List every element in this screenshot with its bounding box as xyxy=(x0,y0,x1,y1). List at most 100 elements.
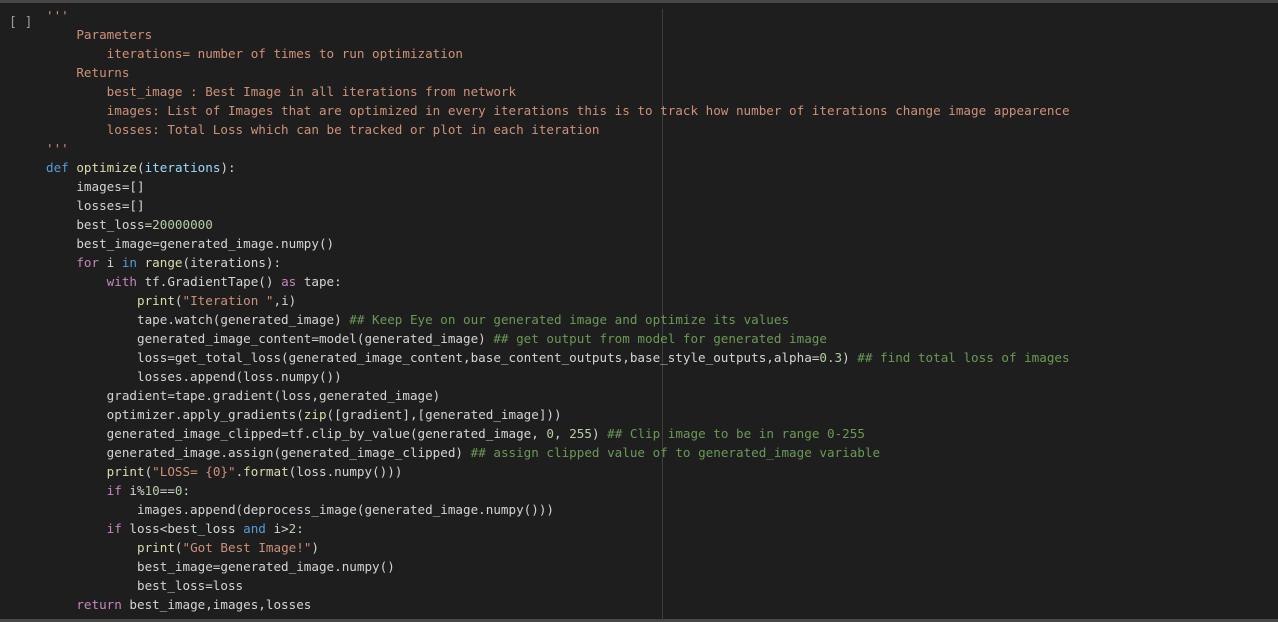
notebook-code-cell[interactable]: [ ] ''' Parameters iterations= number of… xyxy=(0,0,1278,622)
code-token: as xyxy=(281,274,304,289)
code-line[interactable]: best_loss=20000000 xyxy=(46,215,1070,234)
code-token: ,i) xyxy=(273,293,297,308)
code-token: if xyxy=(46,483,130,498)
code-line[interactable]: generated_image_clipped=tf.clip_by_value… xyxy=(46,424,1070,443)
code-token: loss=get_total_loss(generated_image_cont… xyxy=(46,350,820,365)
code-editor[interactable]: ''' Parameters iterations= number of tim… xyxy=(46,6,1070,614)
code-token: def xyxy=(46,160,77,175)
code-token: with xyxy=(46,274,145,289)
code-line[interactable]: generated_image_content=model(generated_… xyxy=(46,329,1070,348)
code-token: iterations xyxy=(144,160,221,175)
code-token: (iterations): xyxy=(182,255,282,270)
code-token: Returns xyxy=(46,65,130,80)
code-token: losses: Total Loss which can be tracked … xyxy=(46,122,600,137)
code-token: ( xyxy=(174,293,183,308)
code-token: "Got Best Image!" xyxy=(182,540,312,555)
code-line[interactable]: iterations= number of times to run optim… xyxy=(46,44,1070,63)
code-token: , xyxy=(554,426,570,441)
code-token: best_loss=loss xyxy=(46,578,244,593)
code-line[interactable]: best_image=generated_image.numpy() xyxy=(46,234,1070,253)
code-line[interactable]: Returns xyxy=(46,63,1070,82)
code-line[interactable]: print("LOSS= {0}".format(loss.numpy())) xyxy=(46,462,1070,481)
code-token: gradient=tape.gradient(loss,generated_im… xyxy=(46,388,441,403)
code-line[interactable]: ''' xyxy=(46,139,1070,158)
code-token: ): xyxy=(220,160,236,175)
code-token: tf.GradientTape() xyxy=(144,274,282,289)
code-token: loss<best_loss xyxy=(129,521,244,536)
code-token: ''' xyxy=(46,141,69,156)
code-token: ## Clip image to be in range 0-255 xyxy=(607,426,865,441)
code-token: iterations= number of times to run optim… xyxy=(46,46,464,61)
code-token: "LOSS= {0}" xyxy=(152,464,236,479)
code-token: generated_image_content=model(generated_… xyxy=(46,331,494,346)
code-token: in xyxy=(121,255,145,270)
code-line[interactable]: best_image : Best Image in all iteration… xyxy=(46,82,1070,101)
code-token: 0 xyxy=(174,483,183,498)
code-token: ''' xyxy=(46,8,69,23)
code-token: if xyxy=(46,521,130,536)
code-token: i% xyxy=(129,483,145,498)
code-token: ) xyxy=(591,426,608,441)
cell-run-indicator[interactable]: [ ] xyxy=(9,15,32,30)
code-line[interactable]: images=[] xyxy=(46,177,1070,196)
code-line[interactable]: print("Iteration ",i) xyxy=(46,291,1070,310)
code-token: ( xyxy=(137,160,145,175)
code-token: 255 xyxy=(569,426,592,441)
code-line[interactable]: optimizer.apply_gradients(zip([gradient]… xyxy=(46,405,1070,424)
code-line[interactable]: for i in range(iterations): xyxy=(46,253,1070,272)
code-token: tape: xyxy=(303,274,342,289)
code-token: i> xyxy=(273,521,289,536)
code-token: best_image,images,losses xyxy=(129,597,312,612)
code-line[interactable]: gradient=tape.gradient(loss,generated_im… xyxy=(46,386,1070,405)
code-line[interactable]: losses.append(loss.numpy()) xyxy=(46,367,1070,386)
code-token: optimize xyxy=(76,160,138,175)
code-token: ( xyxy=(174,540,183,555)
code-token: 20000000 xyxy=(152,217,213,232)
code-token: format xyxy=(243,464,289,479)
code-line[interactable]: ''' xyxy=(46,6,1070,25)
code-token: generated_image.assign(generated_image_c… xyxy=(46,445,471,460)
code-token: ## assign clipped value of to generated_… xyxy=(470,445,881,460)
code-token: (loss.numpy())) xyxy=(288,464,403,479)
code-token: print xyxy=(46,293,175,308)
code-token: : xyxy=(296,521,304,536)
code-token: ## find total loss of images xyxy=(857,350,1070,365)
code-token: ) xyxy=(842,350,858,365)
code-token: optimizer.apply_gradients( xyxy=(46,407,304,422)
code-token: i xyxy=(106,255,122,270)
code-line[interactable]: if loss<best_loss and i>2: xyxy=(46,519,1070,538)
code-token: 0.3 xyxy=(819,350,843,365)
code-token: ## Keep Eye on our generated image and o… xyxy=(349,312,790,327)
code-token: best_image=generated_image.numpy() xyxy=(46,236,335,251)
code-token: ) xyxy=(311,540,319,555)
code-token: generated_image_clipped=tf.clip_by_value… xyxy=(46,426,547,441)
code-token: ## get output from model for generated i… xyxy=(493,331,827,346)
code-token: images.append(deprocess_image(generated_… xyxy=(46,502,554,517)
code-line[interactable]: with tf.GradientTape() as tape: xyxy=(46,272,1070,291)
code-line[interactable]: best_image=generated_image.numpy() xyxy=(46,557,1070,576)
code-line[interactable]: Parameters xyxy=(46,25,1070,44)
code-token: images: List of Images that are optimize… xyxy=(46,103,1070,118)
code-line[interactable]: return best_image,images,losses xyxy=(46,595,1070,614)
code-token: print xyxy=(46,540,175,555)
code-line[interactable]: print("Got Best Image!") xyxy=(46,538,1070,557)
code-token: best_loss= xyxy=(46,217,153,232)
code-line[interactable]: best_loss=loss xyxy=(46,576,1070,595)
code-line[interactable]: losses=[] xyxy=(46,196,1070,215)
code-token: losses=[] xyxy=(46,198,145,213)
code-token: ([gradient],[generated_image])) xyxy=(326,407,562,422)
code-token: == xyxy=(159,483,175,498)
code-line[interactable]: images.append(deprocess_image(generated_… xyxy=(46,500,1070,519)
code-line[interactable]: loss=get_total_loss(generated_image_cont… xyxy=(46,348,1070,367)
code-token: best_image=generated_image.numpy() xyxy=(46,559,395,574)
code-token: : xyxy=(182,483,191,498)
code-token: "Iteration " xyxy=(182,293,274,308)
code-line[interactable]: generated_image.assign(generated_image_c… xyxy=(46,443,1070,462)
code-line[interactable]: losses: Total Loss which can be tracked … xyxy=(46,120,1070,139)
code-line[interactable]: tape.watch(generated_image) ## Keep Eye … xyxy=(46,310,1070,329)
code-line[interactable]: def optimize(iterations): xyxy=(46,158,1070,177)
code-token: losses.append(loss.numpy()) xyxy=(46,369,342,384)
code-line[interactable]: images: List of Images that are optimize… xyxy=(46,101,1070,120)
code-line[interactable]: if i%10==0: xyxy=(46,481,1070,500)
code-token: best_image : Best Image in all iteration… xyxy=(46,84,517,99)
